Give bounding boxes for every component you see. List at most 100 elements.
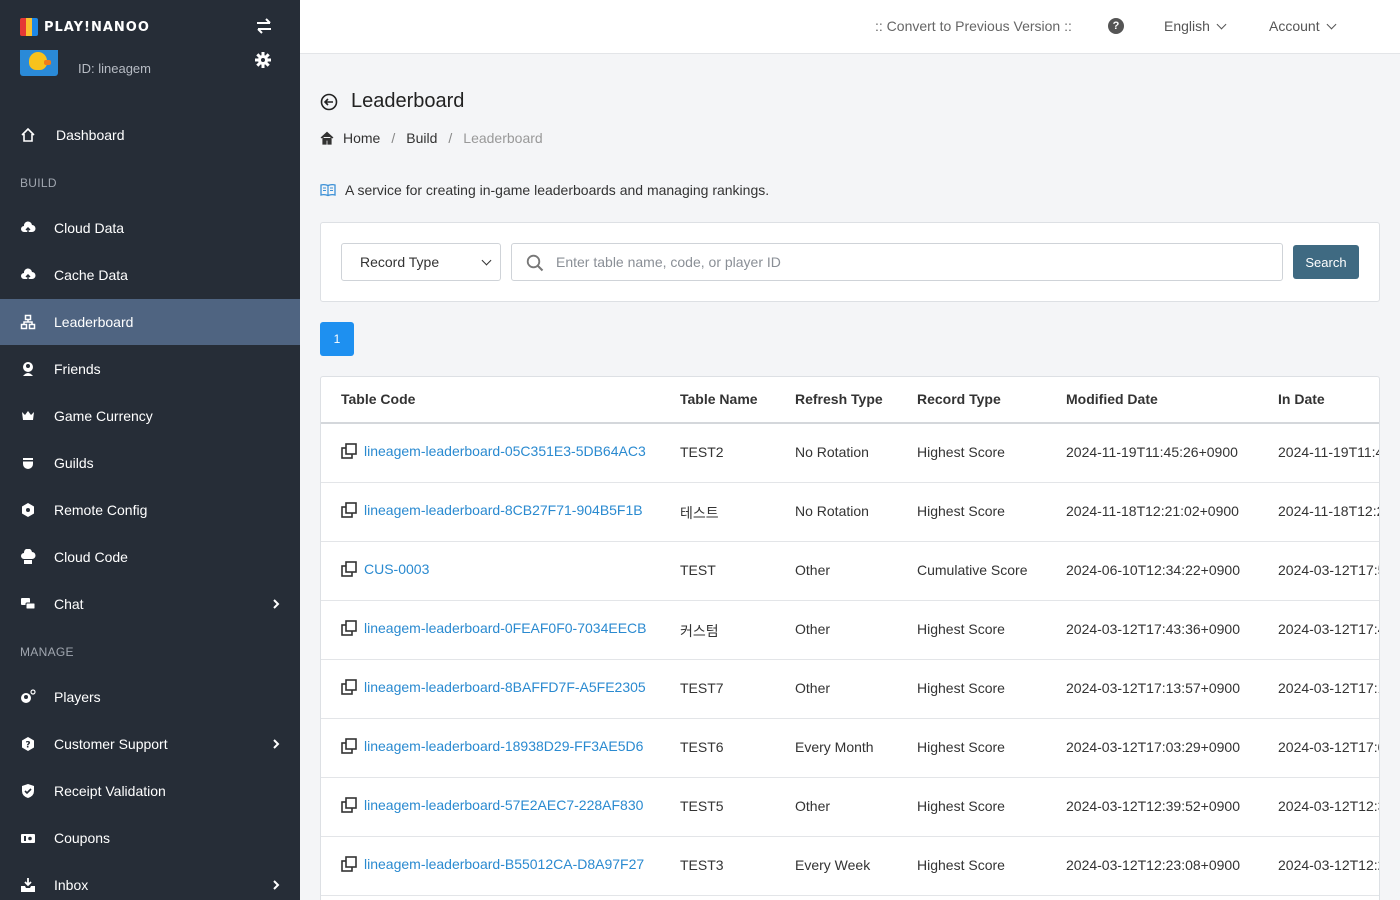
logo-text: PLAY!NANOO: [44, 19, 150, 35]
cell-modified-date: 2024-11-18T12:21:02+0900: [1066, 503, 1239, 519]
chat-icon: [20, 596, 36, 612]
avatar[interactable]: [20, 50, 58, 76]
cell-in-date: 2024-03-12T12:2: [1278, 857, 1380, 873]
record-type-value: Record Type: [360, 254, 440, 270]
column-header-table-code[interactable]: Table Code: [341, 391, 415, 407]
back-arrow-icon[interactable]: [320, 93, 338, 111]
chevron-right-icon: [273, 739, 280, 749]
search-button[interactable]: Search: [1293, 245, 1359, 279]
shield-icon: [20, 783, 36, 799]
sidebar-item-cache-data[interactable]: Cache Data: [0, 252, 300, 298]
gear-icon[interactable]: [254, 51, 272, 69]
sidebar-item-label: Players: [54, 689, 101, 705]
currency-icon: [20, 408, 36, 424]
logo[interactable]: PLAY!NANOO: [20, 16, 150, 38]
table-row: lineagem-leaderboard-05C351E3-5DB64AC3 TE…: [321, 424, 1380, 483]
page-title: Leaderboard: [351, 90, 465, 112]
sidebar-item-coupons[interactable]: Coupons: [0, 815, 300, 861]
cell-modified-date: 2024-03-12T12:23:08+0900: [1066, 857, 1240, 873]
sidebar-item-chat[interactable]: Chat: [0, 581, 300, 627]
cell-refresh-type: Other: [795, 562, 831, 578]
table-code-link[interactable]: lineagem-leaderboard-B55012CA-D8A97F27: [341, 856, 644, 872]
swap-icon[interactable]: [254, 16, 274, 36]
cell-refresh-type: Every Week: [795, 857, 871, 873]
table-code-text: lineagem-leaderboard-8BAFFD7F-A5FE2305: [364, 679, 646, 695]
sidebar-item-dashboard[interactable]: Dashboard: [0, 112, 300, 158]
sidebar-item-guilds[interactable]: Guilds: [0, 440, 300, 486]
column-header-refresh-type[interactable]: Refresh Type: [795, 391, 883, 407]
cell-table-name: TEST: [680, 562, 716, 578]
sidebar-item-players[interactable]: Players: [0, 674, 300, 720]
table-code-link[interactable]: lineagem-leaderboard-0FEAF0F0-7034EECB: [341, 620, 646, 636]
open-link-icon: [341, 679, 357, 695]
breadcrumb-build[interactable]: Build: [406, 130, 437, 146]
sidebar-item-label: Inbox: [54, 877, 89, 893]
friends-icon: [20, 361, 36, 377]
sidebar-item-label: Friends: [54, 361, 101, 377]
sidebar-item-leaderboard[interactable]: Leaderboard: [0, 299, 300, 345]
table-code-link[interactable]: lineagem-leaderboard-18938D29-FF3AE5D6: [341, 738, 643, 754]
chevron-down-icon: [1216, 19, 1227, 30]
coupon-icon: [20, 830, 36, 846]
description-text: A service for creating in-game leaderboa…: [345, 182, 770, 198]
sidebar-item-label: Guilds: [54, 455, 94, 471]
convert-version-link[interactable]: :: Convert to Previous Version ::: [875, 18, 1072, 34]
table-code-link[interactable]: lineagem-leaderboard-8CB27F71-904B5F1B: [341, 502, 643, 518]
table-code-link[interactable]: lineagem-leaderboard-8BAFFD7F-A5FE2305: [341, 679, 646, 695]
cell-modified-date: 2024-03-12T17:03:29+0900: [1066, 739, 1240, 755]
cell-modified-date: 2024-03-12T12:39:52+0900: [1066, 798, 1240, 814]
record-type-select[interactable]: Record Type: [341, 243, 501, 281]
table-row: lineagem-leaderboard-B55012CA-D8A97F27 TE…: [321, 837, 1380, 896]
help-icon[interactable]: ?: [1108, 18, 1124, 34]
cell-modified-date: 2024-03-12T17:43:36+0900: [1066, 621, 1240, 637]
cell-table-name: TEST2: [680, 444, 724, 460]
logo-mark-icon: [20, 18, 38, 36]
column-header-modified-date[interactable]: Modified Date: [1066, 391, 1158, 407]
leaderboard-table: Table Code Table Name Refresh Type Recor…: [320, 376, 1380, 900]
sidebar: PLAY!NANOO ID: lineagem Dashboard BUILD …: [0, 0, 300, 900]
sidebar-item-cloud-code[interactable]: Cloud Code: [0, 534, 300, 580]
cell-in-date: 2024-03-12T17:5: [1278, 562, 1380, 578]
cell-in-date: 2024-03-12T17:1: [1278, 680, 1380, 696]
account-label: Account: [1269, 18, 1320, 34]
sidebar-item-label: Cloud Code: [54, 549, 128, 565]
sidebar-item-remote-config[interactable]: Remote Config: [0, 487, 300, 533]
table-code-link[interactable]: lineagem-leaderboard-57E2AEC7-228AF830: [341, 797, 643, 813]
cloud-icon: [20, 267, 36, 283]
table-code-link[interactable]: lineagem-leaderboard-05C351E3-5DB64AC3: [341, 443, 646, 459]
sidebar-item-receipt-validation[interactable]: Receipt Validation: [0, 768, 300, 814]
sidebar-item-label: Leaderboard: [54, 314, 134, 330]
column-header-table-name[interactable]: Table Name: [680, 391, 758, 407]
home-icon: [320, 131, 334, 145]
players-icon: [20, 689, 36, 705]
table-row: lineagem-leaderboard-8BAFFD7F-A5FE2305 TE…: [321, 660, 1380, 719]
cell-table-name: TEST6: [680, 739, 724, 755]
language-dropdown[interactable]: English: [1164, 18, 1227, 34]
pagination-page-1[interactable]: 1: [320, 322, 354, 356]
cloud-icon: [20, 220, 36, 236]
guilds-icon: [20, 455, 36, 471]
breadcrumb-home[interactable]: Home: [343, 130, 380, 146]
section-label-build: BUILD: [20, 176, 57, 190]
code-icon: [20, 549, 36, 565]
table-row: CUS-0003 TEST Other Cumulative Score 2024-06…: [321, 542, 1380, 601]
table-code-text: lineagem-leaderboard-57E2AEC7-228AF830: [364, 797, 644, 813]
cell-in-date: 2024-11-19T11:4: [1278, 444, 1380, 460]
inbox-icon: [20, 877, 36, 893]
svg-text:?: ?: [25, 741, 30, 751]
column-header-in-date[interactable]: In Date: [1278, 391, 1325, 407]
sidebar-item-friends[interactable]: Friends: [0, 346, 300, 392]
table-code-text: lineagem-leaderboard-05C351E3-5DB64AC3: [364, 443, 646, 459]
table-code-link[interactable]: CUS-0003: [341, 561, 429, 577]
account-dropdown[interactable]: Account: [1269, 18, 1337, 34]
sidebar-item-game-currency[interactable]: Game Currency: [0, 393, 300, 439]
chevron-down-icon: [481, 255, 492, 266]
sidebar-item-customer-support[interactable]: ? Customer Support: [0, 721, 300, 767]
sidebar-item-cloud-data[interactable]: Cloud Data: [0, 205, 300, 251]
sidebar-item-inbox[interactable]: Inbox: [0, 862, 300, 900]
open-link-icon: [341, 502, 357, 518]
column-header-record-type[interactable]: Record Type: [917, 391, 1001, 407]
cell-record-type: Highest Score: [917, 444, 1005, 460]
search-input[interactable]: [556, 244, 1256, 280]
breadcrumb-separator: /: [448, 130, 453, 146]
